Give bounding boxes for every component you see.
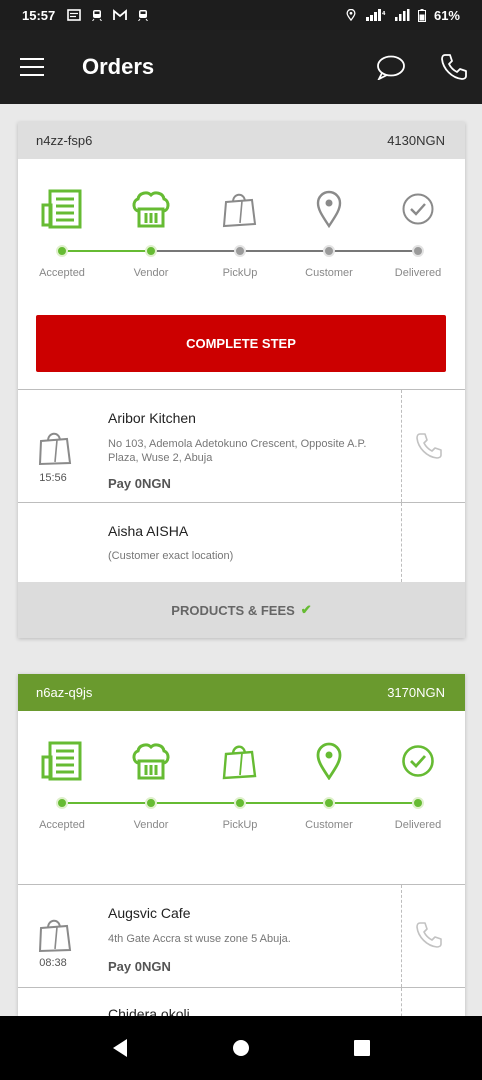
order-amount: 4130NGN	[387, 133, 445, 148]
progress-tracker: Accepted Vendor PickUp Customer Delivere…	[18, 711, 465, 841]
step-dot	[145, 797, 157, 809]
vendor-address: No 103, Ademola Adetokuno Crescent, Oppo…	[108, 438, 367, 464]
step-accepted: Accepted	[22, 711, 102, 831]
progress-tracker: Accepted Vendor PickUp Customer Delivere…	[18, 159, 465, 289]
step-delivered: Delivered	[378, 711, 458, 831]
vendor-pay: Pay 0NGN	[108, 959, 171, 974]
customer-address: (Customer exact location)	[108, 550, 234, 562]
check-circle-icon	[402, 193, 434, 225]
status-time: 15:57	[22, 7, 56, 23]
step-label: PickUp	[222, 267, 258, 279]
vendor-time: 15:56	[39, 472, 67, 484]
train-icon	[92, 10, 103, 21]
step-accepted: Accepted	[22, 159, 102, 279]
back-icon[interactable]	[100, 1028, 140, 1068]
location-pin-icon	[316, 742, 342, 780]
step-customer: Customer	[289, 159, 369, 279]
shopping-bag-icon	[222, 193, 257, 228]
step-label: Accepted	[39, 267, 85, 279]
vendor-pay: Pay 0NGN	[108, 476, 171, 491]
step-dot	[234, 797, 246, 809]
chef-hat-icon	[132, 191, 170, 228]
chef-hat-icon	[132, 743, 170, 780]
step-label: Delivered	[394, 819, 442, 831]
step-pickup: PickUp	[200, 711, 280, 831]
battery-percent: 61%	[433, 7, 460, 23]
receipt-icon	[41, 741, 82, 781]
customer-name: Chidera okoli	[108, 1006, 190, 1016]
train-icon	[138, 10, 149, 21]
order-header[interactable]: n4zz-fsp6 4130NGN	[18, 122, 465, 159]
step-label: Delivered	[394, 267, 442, 279]
customer-section[interactable]: Aisha AISHA (Customer exact location)	[18, 502, 465, 582]
order-card: n6az-q9js 3170NGN Accepted Vendor PickUp…	[18, 674, 465, 1016]
vendor-name: Augsvic Cafe	[108, 905, 191, 921]
order-amount: 3170NGN	[387, 685, 445, 700]
menu-icon[interactable]	[20, 58, 44, 76]
check-circle-icon	[402, 745, 434, 777]
vendor-section[interactable]: 15:56 Aribor Kitchen No 103, Ademola Ade…	[18, 389, 465, 502]
svg-text:4: 4	[382, 11, 386, 17]
step-dot	[56, 245, 68, 257]
vendor-address: 4th Gate Accra st wuse zone 5 Abuja.	[108, 933, 291, 945]
chat-icon[interactable]	[376, 54, 406, 80]
step-customer: Customer	[289, 711, 369, 831]
vendor-name: Aribor Kitchen	[108, 410, 196, 426]
step-label: PickUp	[222, 819, 258, 831]
page-title: Orders	[82, 54, 155, 79]
phone-icon[interactable]	[440, 53, 468, 81]
location-icon	[346, 9, 356, 21]
complete-step-button[interactable]: COMPLETE STEP	[36, 315, 446, 372]
step-dot	[234, 245, 246, 257]
step-label: Vendor	[133, 819, 169, 831]
location-pin-icon	[316, 190, 342, 228]
customer-name: Aisha AISHA	[108, 523, 189, 539]
step-delivered: Delivered	[378, 159, 458, 279]
app-bar: Orders	[0, 30, 482, 104]
step-dot	[412, 797, 424, 809]
step-label: Customer	[305, 819, 353, 831]
shopping-bag-icon	[38, 432, 72, 466]
order-id: n4zz-fsp6	[36, 133, 93, 148]
wifi-icon	[394, 9, 410, 21]
products-fees-button[interactable]: PRODUCTS & FEES ✔	[18, 582, 465, 638]
step-label: Accepted	[39, 819, 85, 831]
step-dot	[145, 245, 157, 257]
step-dot	[323, 245, 335, 257]
step-pickup: PickUp	[200, 159, 280, 279]
products-label: PRODUCTS & FEES	[171, 602, 295, 618]
shopping-bag-icon	[38, 919, 72, 953]
shopping-bag-icon	[222, 745, 257, 780]
phone-icon[interactable]	[415, 921, 443, 949]
check-icon: ✔	[300, 602, 312, 617]
customer-section[interactable]: Chidera okoli	[18, 987, 465, 1016]
status-bar: 15:57 4 61%	[0, 0, 482, 30]
receipt-icon	[41, 189, 82, 229]
step-dot	[323, 797, 335, 809]
battery-icon	[417, 8, 426, 22]
recents-icon[interactable]	[342, 1028, 382, 1068]
order-id: n6az-q9js	[36, 685, 93, 700]
step-dot	[56, 797, 68, 809]
message-icon	[67, 9, 82, 21]
signal-icon: 4	[365, 9, 386, 21]
order-card: n4zz-fsp6 4130NGN Accepted Vendor PickUp…	[18, 122, 465, 638]
home-icon[interactable]	[221, 1028, 261, 1068]
step-vendor: Vendor	[111, 711, 191, 831]
order-header[interactable]: n6az-q9js 3170NGN	[18, 674, 465, 711]
gmail-icon	[113, 9, 128, 20]
step-dot	[412, 245, 424, 257]
vendor-time: 08:38	[39, 957, 67, 969]
step-label: Vendor	[133, 267, 169, 279]
step-label: Customer	[305, 267, 353, 279]
phone-icon[interactable]	[415, 432, 443, 460]
step-vendor: Vendor	[111, 159, 191, 279]
vendor-section[interactable]: 08:38 Augsvic Cafe 4th Gate Accra st wus…	[18, 884, 465, 987]
system-nav-bar	[0, 1016, 482, 1080]
